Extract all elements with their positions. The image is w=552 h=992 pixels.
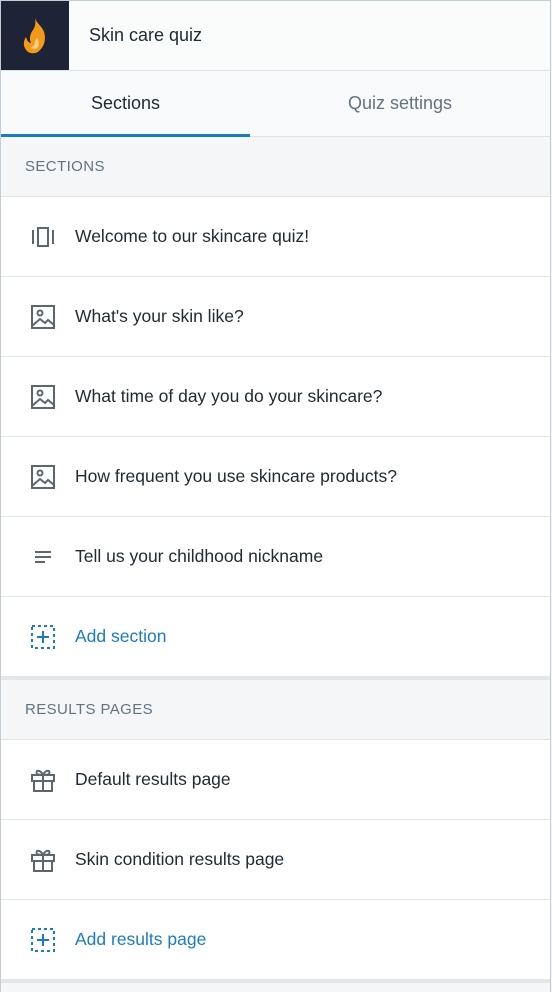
results-item-default[interactable]: Default results page: [1, 740, 550, 820]
tab-quiz-settings[interactable]: Quiz settings: [250, 71, 550, 136]
gift-icon: [29, 766, 57, 794]
image-icon: [29, 463, 57, 491]
section-item-frequency[interactable]: How frequent you use skincare products?: [1, 437, 550, 517]
image-icon: [29, 303, 57, 331]
divider: [1, 980, 550, 983]
gift-icon: [29, 846, 57, 874]
results-item-label: Skin condition results page: [75, 849, 285, 869]
section-item-label: What's your skin like?: [75, 306, 244, 326]
section-item-skin-type[interactable]: What's your skin like?: [1, 277, 550, 357]
section-item-welcome[interactable]: Welcome to our skincare quiz!: [1, 197, 550, 277]
section-item-label: What time of day you do your skincare?: [75, 386, 383, 406]
section-item-label: Welcome to our skincare quiz!: [75, 226, 310, 246]
slides-icon: [29, 223, 57, 251]
quiz-editor-panel: Skin care quiz Sections Quiz settings SE…: [0, 0, 551, 992]
add-section-label: Add section: [75, 626, 167, 646]
tab-bar: Sections Quiz settings: [1, 71, 550, 137]
add-results-page-button[interactable]: Add results page: [1, 900, 550, 980]
tab-sections[interactable]: Sections: [1, 71, 250, 137]
section-item-label: How frequent you use skincare products?: [75, 466, 397, 486]
sections-heading: SECTIONS: [1, 137, 550, 197]
results-item-label: Default results page: [75, 769, 231, 789]
top-bar: Skin care quiz: [1, 0, 550, 71]
results-item-skin-condition[interactable]: Skin condition results page: [1, 820, 550, 900]
app-logo: [1, 1, 69, 70]
section-item-label: Tell us your childhood nickname: [75, 546, 324, 566]
section-item-nickname[interactable]: Tell us your childhood nickname: [1, 517, 550, 597]
page-title: Skin care quiz: [89, 25, 203, 45]
flame-logo-icon: [23, 17, 45, 53]
add-results-page-label: Add results page: [75, 929, 207, 949]
sections-list: Welcome to our skincare quiz! What's you…: [1, 197, 550, 677]
text-lines-icon: [29, 543, 57, 571]
results-heading: RESULTS PAGES: [1, 680, 550, 740]
add-box-icon: [29, 926, 57, 954]
section-item-time-of-day[interactable]: What time of day you do your skincare?: [1, 357, 550, 437]
results-list: Default results page Skin condition resu…: [1, 740, 550, 980]
image-icon: [29, 383, 57, 411]
add-section-button[interactable]: Add section: [1, 597, 550, 677]
add-box-icon: [29, 623, 57, 651]
